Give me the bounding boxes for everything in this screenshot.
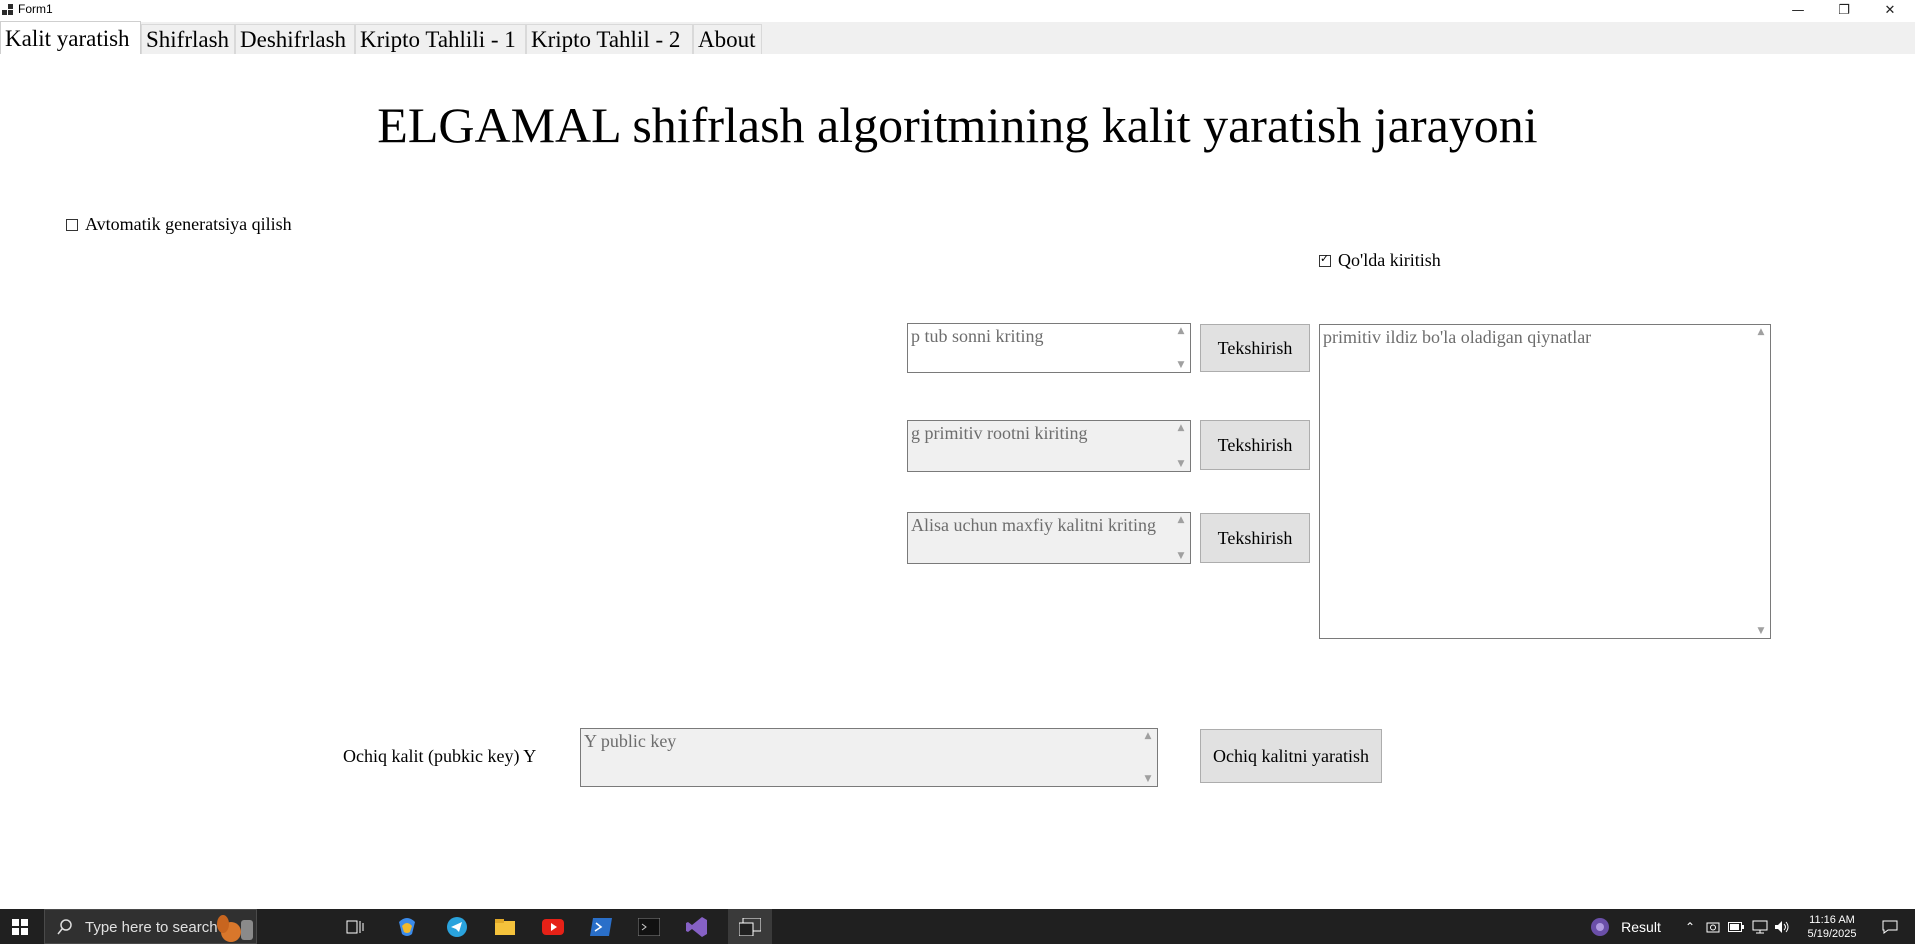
tab-deshifrlash[interactable]: Deshifrlash	[235, 24, 355, 54]
taskbar-search[interactable]: Type here to search	[44, 909, 257, 944]
g-root-input[interactable]: g primitiv rootni kiriting ▲ ▼	[907, 420, 1191, 472]
tab-kripto-tahlili-1[interactable]: Kripto Tahlili - 1	[355, 24, 526, 54]
clock-date: 5/19/2025	[1807, 927, 1857, 940]
checkbox-box-checked[interactable]	[1319, 252, 1331, 267]
p-prime-placeholder: p tub sonni kriting	[911, 326, 1044, 346]
generate-public-key-button[interactable]: Ochiq kalitni yaratish	[1200, 729, 1382, 783]
auto-generate-label: Avtomatik generatsiya qilish	[85, 214, 292, 234]
file-explorer-icon[interactable]	[488, 909, 522, 944]
scroll-up-icon[interactable]: ▲	[1174, 515, 1188, 525]
tab-kripto-tahlil-2[interactable]: Kripto Tahlil - 2	[526, 24, 693, 54]
scrollbar[interactable]: ▲ ▼	[1174, 423, 1188, 469]
g-root-placeholder: g primitiv rootni kiriting	[911, 423, 1088, 443]
chevron-up-icon[interactable]: ⌃	[1680, 909, 1700, 944]
public-key-input[interactable]: Y public key ▲ ▼	[580, 728, 1158, 787]
powershell-icon[interactable]	[584, 909, 618, 944]
youtube-icon[interactable]	[536, 909, 570, 944]
restore-button[interactable]: ❐	[1822, 0, 1866, 20]
scroll-down-icon[interactable]: ▼	[1174, 360, 1188, 370]
scrollbar[interactable]: ▲ ▼	[1141, 731, 1155, 784]
check-secret-key-button[interactable]: Tekshirish	[1200, 513, 1310, 563]
scroll-up-icon[interactable]: ▲	[1141, 731, 1155, 741]
volume-icon[interactable]	[1772, 909, 1792, 944]
scroll-down-icon[interactable]: ▼	[1174, 459, 1188, 469]
clock[interactable]: 11:16 AM 5/19/2025	[1796, 909, 1868, 944]
search-icon	[57, 919, 72, 935]
public-key-label: Ochiq kalit (pubkic key) Y	[343, 746, 537, 766]
scrollbar[interactable]: ▲ ▼	[1754, 327, 1768, 636]
visual-studio-icon[interactable]	[680, 909, 714, 944]
copilot-icon[interactable]	[390, 909, 424, 944]
notification-icon[interactable]	[1872, 909, 1908, 944]
taskbar: Type here to search Result ⌃ 11:16 AM 5/…	[0, 909, 1915, 944]
checkbox-box[interactable]	[66, 218, 78, 231]
battery-icon[interactable]	[1726, 909, 1746, 944]
scroll-down-icon[interactable]: ▼	[1174, 551, 1188, 561]
scroll-down-icon[interactable]: ▼	[1141, 774, 1155, 784]
p-prime-input[interactable]: p tub sonni kriting ▲ ▼	[907, 323, 1191, 373]
check-g-button[interactable]: Tekshirish	[1200, 420, 1310, 470]
page-title: ELGAMAL shifrlash algoritmining kalit ya…	[377, 97, 1538, 153]
windows-start-icon[interactable]	[0, 909, 40, 944]
tab-kalit-yaratish[interactable]: Kalit yaratish	[0, 21, 141, 55]
secret-key-input[interactable]: Alisa uchun maxfiy kalitni kriting ▲ ▼	[907, 512, 1191, 564]
squirrel-icon	[217, 915, 253, 942]
tab-shifrlash[interactable]: Shifrlash	[141, 24, 235, 54]
scrollbar[interactable]: ▲ ▼	[1174, 326, 1188, 370]
app-icon	[2, 4, 14, 16]
active-app-icon[interactable]	[728, 909, 772, 944]
window-title: Form1	[18, 2, 53, 16]
manual-input-checkbox[interactable]: Qo'lda kiritish	[1319, 250, 1441, 271]
secret-key-placeholder: Alisa uchun maxfiy kalitni kriting	[911, 515, 1156, 535]
terminal-icon[interactable]	[632, 909, 666, 944]
task-view-icon[interactable]	[340, 909, 370, 944]
manual-input-label: Qo'lda kiritish	[1338, 250, 1441, 270]
auto-generate-checkbox[interactable]: Avtomatik generatsiya qilish	[66, 214, 292, 235]
clock-time: 11:16 AM	[1809, 913, 1855, 926]
search-placeholder: Type here to search	[85, 919, 218, 936]
scroll-up-icon[interactable]: ▲	[1754, 327, 1768, 337]
minimize-button[interactable]: —	[1776, 0, 1820, 20]
result-app-icon[interactable]	[1588, 909, 1612, 944]
primitive-roots-output[interactable]: primitiv ildiz bo'la oladigan qiynatlar …	[1319, 324, 1771, 639]
scroll-down-icon[interactable]: ▼	[1754, 626, 1768, 636]
check-p-button[interactable]: Tekshirish	[1200, 324, 1310, 372]
camera-icon[interactable]	[1704, 909, 1722, 944]
result-app-label[interactable]: Result	[1616, 909, 1666, 944]
network-icon[interactable]	[1750, 909, 1770, 944]
title-bar: Form1 — ❐ ✕	[0, 0, 1915, 20]
tab-about[interactable]: About	[693, 24, 762, 54]
scroll-up-icon[interactable]: ▲	[1174, 326, 1188, 336]
primitive-roots-placeholder: primitiv ildiz bo'la oladigan qiynatlar	[1323, 327, 1592, 347]
telegram-icon[interactable]	[440, 909, 474, 944]
scroll-up-icon[interactable]: ▲	[1174, 423, 1188, 433]
close-button[interactable]: ✕	[1868, 0, 1912, 20]
scrollbar[interactable]: ▲ ▼	[1174, 515, 1188, 561]
public-key-placeholder: Y public key	[584, 731, 677, 751]
